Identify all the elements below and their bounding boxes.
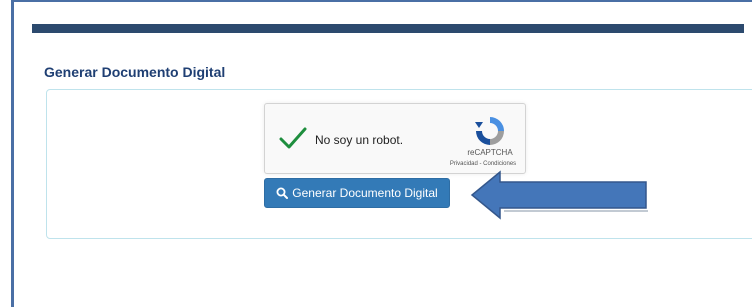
search-icon — [276, 187, 289, 199]
captcha-brand: reCAPTCHA — [467, 148, 513, 157]
recaptcha-widget[interactable]: No soy un robot. reCAPTCHA Privacidad - … — [264, 103, 526, 174]
frame-left-border — [11, 0, 14, 307]
recaptcha-logo-icon — [475, 117, 504, 145]
captcha-privacy-links[interactable]: Privacidad - Condiciones — [441, 161, 525, 167]
header-bar — [32, 24, 744, 33]
checkmark-icon[interactable] — [279, 126, 307, 150]
pointer-arrow-icon — [470, 170, 648, 220]
section-title: Generar Documento Digital — [44, 64, 226, 80]
generate-document-label: Generar Documento Digital — [292, 186, 438, 200]
generate-document-button[interactable]: Generar Documento Digital — [264, 178, 450, 208]
captcha-label: No soy un robot. — [315, 133, 404, 147]
frame-top-border — [11, 0, 752, 2]
